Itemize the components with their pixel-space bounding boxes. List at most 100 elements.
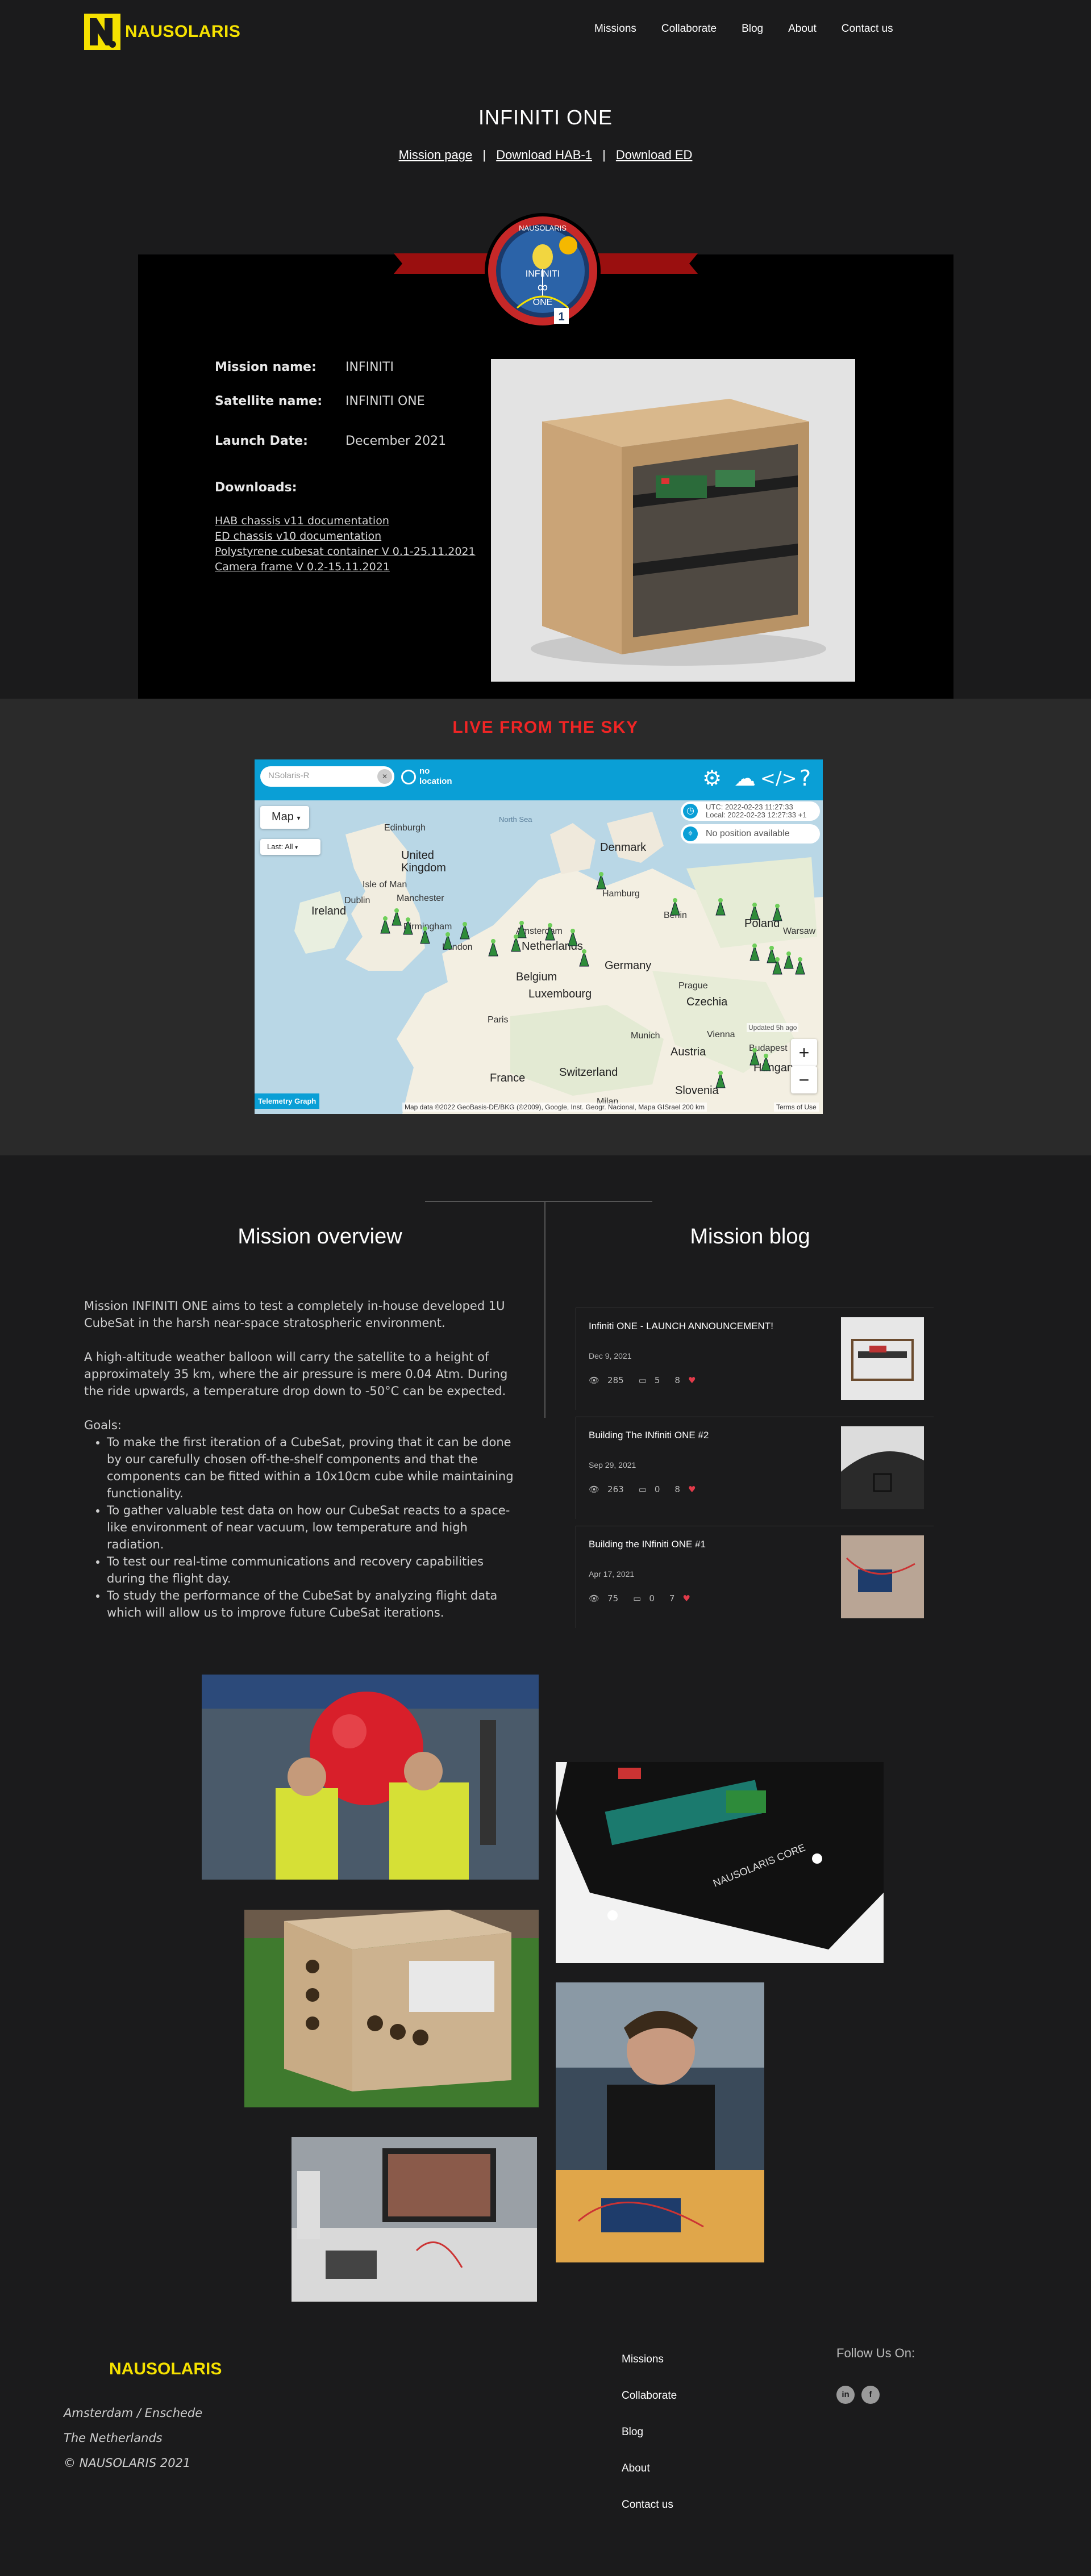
receiver-marker-icon[interactable] [715,1071,726,1088]
footer-link-collaborate[interactable]: Collaborate [622,2390,677,2402]
receiver-marker-icon[interactable] [596,872,606,890]
heart-icon[interactable]: ♥ [682,1593,690,1604]
zoom-out-button[interactable]: − [791,1066,817,1093]
zoom-in-button[interactable]: + [791,1039,817,1066]
facebook-icon[interactable]: f [861,2386,880,2404]
search-placeholder: NSolaris-R [268,771,310,780]
receiver-marker-icon[interactable] [761,1054,771,1071]
receiver-marker-icon[interactable] [715,898,726,916]
blog-post-card[interactable]: Infiniti ONE - LAUNCH ANNOUNCEMENT! Dec … [576,1308,934,1410]
goal-item: To test our real-time communications and… [107,1553,516,1587]
nav-blog[interactable]: Blog [742,23,763,35]
receiver-marker-icon[interactable] [749,903,760,920]
goal-item: To make the first iteration of a CubeSat… [107,1434,516,1502]
blog-post-card[interactable]: Building the INfiniti ONE #1 Apr 17, 202… [576,1526,934,1628]
satellite-name-value: INFINITI ONE [345,394,425,408]
history-filter-label: Last: All [267,842,293,851]
receiver-marker-icon[interactable] [749,943,760,961]
blog-post-thumbnail[interactable] [841,1426,924,1509]
heart-icon[interactable]: ♥ [688,1375,696,1385]
receiver-marker-icon[interactable] [403,917,413,935]
blog-post-title[interactable]: Building The INfiniti ONE #2 [589,1430,709,1441]
downloads-list: HAB chassis v11 documentation ED chassis… [215,513,476,575]
view-count: 75 [607,1593,619,1604]
footer-link-about[interactable]: About [622,2462,650,2475]
launch-date-label: Launch Date: [215,434,308,448]
footer-link-missions[interactable]: Missions [622,2353,664,2366]
history-filter-select[interactable]: Last: All ▾ [260,839,320,855]
location-status: no location [419,766,452,786]
crosshair-icon: ⌖ [683,826,698,841]
gallery-photo-balloon[interactable] [202,1675,539,1880]
help-icon[interactable]: ? [791,764,819,792]
download-container-link[interactable]: Polystyrene cubesat container V 0.1-25.1… [215,544,476,560]
heart-icon[interactable]: ♥ [688,1484,696,1494]
receiver-marker-icon[interactable] [488,939,498,957]
receiver-marker-icon[interactable] [767,946,777,963]
nav-about[interactable]: About [788,23,817,35]
download-ed-chassis-link[interactable]: ED chassis v10 documentation [215,529,476,544]
receiver-marker-icon[interactable] [784,951,794,969]
gallery-photo-workbench[interactable] [292,2137,537,2302]
download-hab-link[interactable]: Download HAB-1 [496,148,592,162]
blog-post-thumbnail[interactable] [841,1317,924,1400]
weather-icon[interactable]: ☁ [731,764,759,792]
settings-gear-icon[interactable]: ⚙ [698,764,726,792]
receiver-markers [255,800,823,1114]
mission-page-link[interactable]: Mission page [399,148,473,162]
view-count: 263 [607,1484,624,1494]
footer-country: The Netherlands [64,2431,163,2445]
search-clear-icon[interactable]: ✕ [377,769,392,784]
link-separator: | [602,148,606,162]
telemetry-graph-button[interactable]: Telemetry Graph [255,1093,320,1109]
goal-item: To study the performance of the CubeSat … [107,1587,516,1621]
footer-logo[interactable]: NAUSOLARIS [109,2360,222,2379]
receiver-marker-icon[interactable] [670,898,680,916]
receiver-marker-icon[interactable] [545,923,555,941]
blog-post-date: Dec 9, 2021 [589,1351,632,1360]
main-nav: Missions Collaborate Blog About Contact … [594,23,918,35]
receiver-marker-icon[interactable] [443,932,453,950]
download-camera-frame-link[interactable]: Camera frame V 0.2-15.11.2021 [215,560,476,575]
overview-paragraph: A high-altitude weather balloon will car… [84,1350,508,1398]
map-canvas[interactable]: North Sea United Kingdom Ireland Netherl… [255,800,823,1114]
chevron-down-icon: ▾ [297,814,301,822]
overview-heading: Mission overview [238,1225,402,1249]
footer-link-blog[interactable]: Blog [622,2426,643,2439]
nav-missions[interactable]: Missions [594,23,636,35]
comment-icon: ▭ [638,1484,647,1494]
nav-contact[interactable]: Contact us [842,23,893,35]
receiver-marker-icon[interactable] [749,1048,760,1066]
callsign-search-input[interactable]: NSolaris-R ✕ [260,766,394,787]
map-type-select[interactable]: Map ▾ [260,806,309,829]
gallery-photo-pcb[interactable]: NAUSOLARIS CORE [556,1762,884,1963]
receiver-marker-icon[interactable] [460,922,470,940]
blog-post-card[interactable]: Building The INfiniti ONE #2 Sep 29, 202… [576,1417,934,1519]
utc-time: UTC: 2022-02-23 11:27:33 [706,803,793,811]
receiver-marker-icon[interactable] [795,957,805,975]
blog-post-date: Apr 17, 2021 [589,1569,635,1579]
receiver-marker-icon[interactable] [579,949,589,967]
receiver-marker-icon[interactable] [392,908,402,926]
download-ed-link[interactable]: Download ED [616,148,693,162]
eye-icon: 👁 [589,1593,600,1604]
nav-collaborate[interactable]: Collaborate [661,23,717,35]
gallery-photo-engineer[interactable] [556,1982,764,2262]
receiver-marker-icon[interactable] [380,916,390,934]
receiver-marker-icon[interactable] [568,929,578,946]
footer-link-contact[interactable]: Contact us [622,2499,673,2511]
download-hab-chassis-link[interactable]: HAB chassis v11 documentation [215,513,476,529]
linkedin-icon[interactable]: in [836,2386,855,2404]
blog-post-title[interactable]: Building the INfiniti ONE #1 [589,1539,706,1550]
receiver-marker-icon[interactable] [420,926,430,944]
logo[interactable]: NAUSOLARIS [84,14,240,50]
terms-link[interactable]: Terms of Use [774,1103,819,1112]
blog-post-thumbnail[interactable] [841,1535,924,1618]
logo-mark-icon [84,14,120,50]
embed-code-icon[interactable]: </> [760,764,797,792]
receiver-marker-icon[interactable] [772,904,782,921]
locate-icon[interactable] [401,770,416,784]
gallery-photo-chassis[interactable] [244,1910,539,2107]
receiver-marker-icon[interactable] [517,921,527,938]
blog-post-title[interactable]: Infiniti ONE - LAUNCH ANNOUNCEMENT! [589,1321,773,1332]
